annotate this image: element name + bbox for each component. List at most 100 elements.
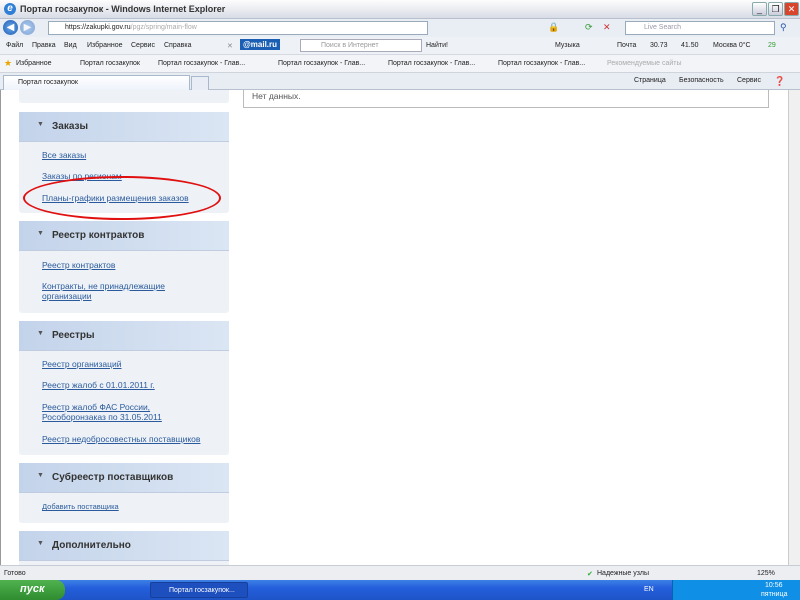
link-order-schedules[interactable]: Планы-графики размещения заказов [42, 193, 189, 203]
suggested-sites[interactable]: Рекомендуемые сайты [607, 60, 681, 67]
clock-day: пятница [761, 591, 788, 598]
panel-title: Реестр контрактов [52, 230, 145, 241]
link-orders-by-region[interactable]: Заказы по регионам [42, 171, 122, 181]
sidebar-panel-partial [19, 90, 229, 103]
back-button[interactable]: ◀ [3, 20, 18, 35]
link-contract-registry[interactable]: Реестр контрактов [42, 260, 115, 270]
status-bar: Готово ✔ Надежные узлы 125% [0, 565, 800, 580]
link-foreign-contracts[interactable]: Контракты, не принадлежащие организации [42, 281, 192, 301]
tab-label: Портал госзакупок [18, 79, 78, 86]
link-unfair-suppliers[interactable]: Реестр недобросовестных поставщиков [42, 434, 200, 444]
mailru-logo[interactable]: @mail.ru [240, 39, 281, 50]
address-bar-row: ◀ ▶ https://zakupki.gov.ru/pgz/spring/ma… [0, 19, 800, 37]
system-tray: 10:56 пятница [672, 580, 800, 600]
vertical-scrollbar[interactable] [788, 90, 800, 565]
link-org-registry[interactable]: Реестр организаций [42, 359, 122, 369]
taskbar: пуск Портал госзакупок... EN 10:56 пятни… [0, 580, 800, 600]
tools-menu[interactable]: Сервис [737, 77, 761, 84]
no-data-text: Нет данных. [252, 91, 301, 101]
panel-header[interactable]: ▼ Субреестр поставщиков [19, 463, 229, 493]
title-bar: e Портал госзакупок - Windows Internet E… [0, 0, 800, 19]
favorite-link[interactable]: Портал госзакупок [80, 60, 140, 67]
menu-favorites[interactable]: Избранное [87, 42, 122, 49]
sidebar-panel-orders: ▼ Заказы Все заказы Заказы по регионам Пл… [19, 112, 229, 213]
tab-bar: Портал госзакупок Страница Безопасность … [0, 73, 800, 90]
ie-icon: e [4, 3, 16, 15]
star-icon: ★ [4, 58, 13, 68]
forward-button[interactable]: ▶ [20, 20, 35, 35]
task-label: Портал госзакупок... [169, 587, 235, 594]
safety-menu[interactable]: Безопасность [679, 77, 724, 84]
favorite-link[interactable]: Портал госзакупок - Глав... [278, 60, 365, 67]
panel-title: Субреестр поставщиков [52, 472, 174, 483]
collapse-icon: ▼ [37, 330, 44, 337]
menu-tools[interactable]: Сервис [131, 42, 155, 49]
language-indicator[interactable]: EN [644, 586, 654, 593]
start-label: пуск [20, 583, 45, 595]
favorite-link[interactable]: Портал госзакупок - Глав... [388, 60, 475, 67]
weather[interactable]: Москва 0°C [713, 42, 751, 49]
search-placeholder: Live Search [644, 24, 681, 31]
menu-view[interactable]: Вид [64, 42, 77, 49]
panel-title: Заказы [52, 121, 89, 132]
menu-file[interactable]: Файл [6, 42, 23, 49]
page-content: Нет данных. ▼ Заказы Все заказы Заказы по… [0, 90, 788, 565]
sidebar-panel-suppliers: ▼ Субреестр поставщиков Добавить поставщи… [19, 463, 229, 523]
usd-rate: 30.73 [650, 42, 668, 49]
restore-button[interactable]: ❐ [768, 2, 783, 16]
close-button[interactable]: ✕ [784, 2, 799, 16]
clock-time: 10:56 [765, 582, 783, 589]
menu-help[interactable]: Справка [164, 42, 191, 49]
zoom-level[interactable]: 125% [757, 570, 775, 577]
panel-header[interactable]: ▼ Заказы [19, 112, 229, 142]
collapse-icon: ▼ [37, 230, 44, 237]
link-complaints-registry[interactable]: Реестр жалоб с 01.01.2011 г. [42, 380, 155, 390]
close-toolbar-icon[interactable]: ✕ [227, 42, 233, 50]
panel-header[interactable]: ▼ Реестры [19, 321, 229, 351]
collapse-icon: ▼ [37, 540, 44, 547]
address-input[interactable]: https://zakupki.gov.ru/pgz/spring/main-f… [48, 21, 428, 35]
find-button[interactable]: Найти! [426, 42, 448, 49]
panel-title: Реестры [52, 330, 95, 341]
search-icon[interactable]: ⚲ [780, 22, 787, 33]
help-icon[interactable]: ❓ [774, 76, 785, 87]
window-title: Портал госзакупок - Windows Internet Exp… [20, 4, 226, 14]
check-icon: ✔ [587, 571, 593, 578]
eur-rate: 41.50 [681, 42, 699, 49]
results-box: Нет данных. [243, 90, 769, 108]
link-fas-complaints[interactable]: Реестр жалоб ФАС России, Рособоронзаказ … [42, 402, 192, 422]
tab-active[interactable]: Портал госзакупок [3, 75, 190, 90]
taskbar-ie-window[interactable]: Портал госзакупок... [150, 582, 248, 598]
panel-header[interactable]: ▼ Реестр контрактов [19, 221, 229, 251]
url-host: https://zakupki.gov.ru [65, 24, 131, 31]
music-button[interactable]: Музыка [555, 42, 580, 49]
favorites-bar: ★ Избранное Портал госзакупок Портал гос… [0, 55, 800, 73]
panel-title: Дополнительно [52, 540, 131, 551]
panel-header[interactable]: ▼ Дополнительно [19, 531, 229, 561]
url-path: /pgz/spring/main-flow [130, 24, 197, 31]
mailru-search-input[interactable]: Поиск в Интернет [300, 39, 422, 52]
mail-button[interactable]: Почта [617, 42, 636, 49]
minimize-button[interactable]: _ [752, 2, 767, 16]
collapse-icon: ▼ [37, 472, 44, 479]
favorite-link[interactable]: Портал госзакупок - Глав... [498, 60, 585, 67]
link-all-orders[interactable]: Все заказы [42, 150, 86, 160]
favorites-button[interactable]: Избранное [16, 60, 51, 67]
favorite-link[interactable]: Портал госзакупок - Глав... [158, 60, 245, 67]
sidebar-panel-contracts: ▼ Реестр контрактов Реестр контрактов Кон… [19, 221, 229, 313]
new-tab-button[interactable] [191, 76, 209, 90]
lock-icon[interactable]: 🔒 [548, 22, 559, 33]
link-add-supplier[interactable]: Добавить поставщика [42, 502, 119, 512]
refresh-icon[interactable]: ⟳ [585, 22, 593, 33]
menu-bar: Файл Правка Вид Избранное Сервис Справка… [0, 37, 800, 55]
zone-text: Надежные узлы [597, 570, 650, 577]
status-text: Готово [4, 570, 26, 577]
menu-edit[interactable]: Правка [32, 42, 56, 49]
sidebar-panel-registries: ▼ Реестры Реестр организаций Реестр жалоб… [19, 321, 229, 455]
start-button[interactable]: пуск [0, 580, 65, 600]
stop-icon[interactable]: ✕ [603, 22, 611, 33]
page-menu[interactable]: Страница [634, 77, 666, 84]
sidebar-panel-additional: ▼ Дополнительно [19, 531, 229, 565]
counter: 29 [768, 42, 776, 49]
live-search-input[interactable]: Live Search [625, 21, 775, 35]
